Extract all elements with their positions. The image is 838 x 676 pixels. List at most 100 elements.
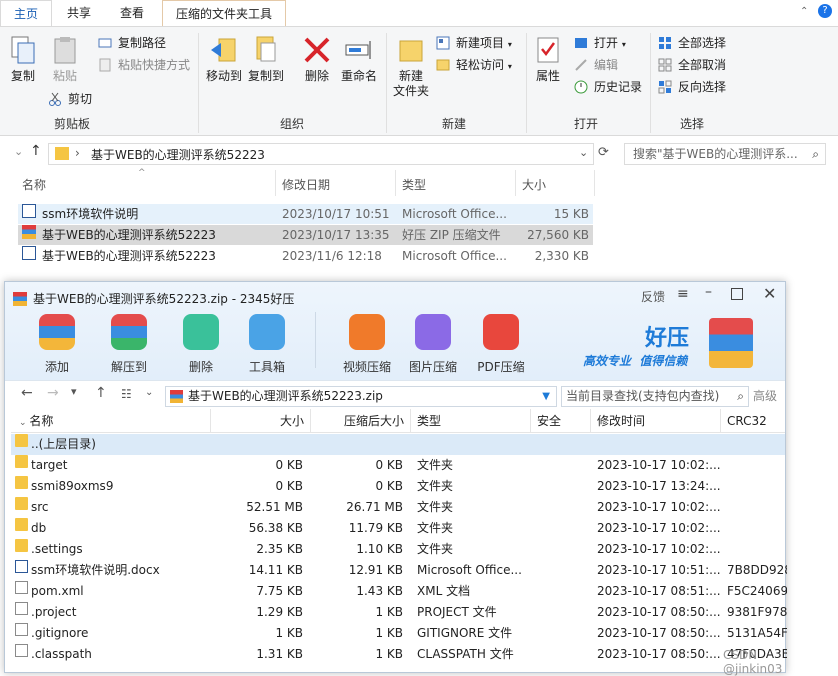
file-row[interactable]: ssm环境软件说明 2023/10/17 10:51 Microsoft Off… [18,204,593,224]
column-divider[interactable] [594,170,595,196]
move-to-button[interactable]: 移动到 [204,35,244,84]
column-divider[interactable] [275,170,276,196]
advanced-search-link[interactable]: 高级 [753,387,777,404]
zip-row[interactable]: .settings 2.35 KB 1.10 KB 文件夹 2023-10-17 10:… [11,539,785,560]
search-input[interactable]: 搜索"基于WEB的心理测评系... ⌕ [624,143,826,165]
view-mode-icon[interactable]: ☷ [121,387,132,401]
history-label: 历史记录 [594,80,643,94]
zcol-type[interactable]: 类型 [411,409,531,433]
video-icon [349,314,385,350]
zcol-size[interactable]: 大小 [211,409,311,433]
col-name[interactable]: 名称 [22,176,46,193]
zcol-security[interactable]: 安全 [531,409,591,433]
parent-dir-row[interactable]: ..(上层目录) [11,434,785,455]
up-arrow-icon[interactable]: ↑ [95,385,107,401]
brand-name: 好压 [645,326,690,351]
history-button[interactable]: 历史记录 [574,77,642,97]
maximize-icon[interactable] [731,288,743,300]
refresh-icon[interactable]: ⟳ [598,145,609,160]
zip-row-crc: 5131A54F [727,626,787,640]
delete-label: 删除 [304,69,329,83]
paste-shortcut-button[interactable]: 粘贴快捷方式 [98,55,190,75]
zcol-compressed-size[interactable]: 压缩后大小 [311,409,411,433]
zip-row[interactable]: .project 1.29 KB 1 KB PROJECT 文件 2023-10-17 … [11,602,787,623]
tab-home[interactable]: 主页 [0,0,52,26]
zcol-name[interactable]: ⌄ 名称 [11,409,211,433]
tab-compressed-folder-tools[interactable]: 压缩的文件夹工具 [162,0,286,26]
zip-row[interactable]: ssm环境软件说明.docx 14.11 KB 12.91 KB Microsoft … [11,560,787,581]
invert-selection-button[interactable]: 反向选择 [658,77,726,97]
copy-button[interactable]: 复制 [6,35,40,84]
add-button[interactable]: 添加 [27,314,87,375]
tab-view[interactable]: 查看 [110,0,154,26]
zip-row[interactable]: .gitignore 1 KB 1 KB GITIGNORE 文件 2023-10-17… [11,623,787,644]
history-dropdown-icon[interactable]: ▾ [71,385,77,398]
zip-search-input[interactable]: 当前目录查找(支持包内查找) ⌕ [561,386,749,407]
help-icon[interactable]: ? [818,4,832,18]
path-dropdown-icon[interactable]: ▼ [542,387,550,406]
column-divider[interactable] [515,170,516,196]
copy-to-button[interactable]: 复制到 [246,35,286,84]
new-folder-button[interactable]: 新建 文件夹 [390,35,432,99]
recycle-icon [183,314,219,350]
zip-row-time: 2023-10-17 10:02:... [597,458,721,472]
zip-row[interactable]: target 0 KB 0 KB 文件夹 2023-10-17 10:02:... [11,455,785,476]
paste-button[interactable]: 粘贴 [48,35,82,84]
zip-row-compressed-size: 12.91 KB [348,563,403,577]
zip-path-text: 基于WEB的心理测评系统52223.zip [188,389,383,403]
zip-row-size: 7.75 KB [256,584,303,598]
word-doc-icon [22,246,36,260]
zcol-crc32[interactable]: CRC32 [721,409,785,433]
zip-row[interactable]: .classpath 1.31 KB 1 KB CLASSPATH 文件 2023-10… [11,644,787,665]
rename-button[interactable]: 重命名 [338,35,380,84]
delete-button[interactable]: 删除 [300,35,334,84]
view-dropdown-icon[interactable]: ⌄ [145,387,153,398]
cut-button[interactable]: 剪切 [48,89,92,109]
menu-icon[interactable]: ≡ [677,286,689,302]
column-divider[interactable] [395,170,396,196]
edit-button[interactable]: 编辑 [574,55,618,75]
image-compress-button[interactable]: 图片压缩 [403,314,463,375]
zcol-modified[interactable]: 修改时间 [591,409,721,433]
zip-row-name: target [31,458,68,472]
toolbox-icon [249,314,285,350]
paste-shortcut-icon [98,58,112,72]
back-arrow-icon[interactable]: ← [21,385,33,401]
feedback-link[interactable]: 反馈 [641,288,665,305]
zip-row-compressed-size: 26.71 MB [346,500,403,514]
extract-to-button[interactable]: 解压到 [99,314,159,375]
up-arrow-icon[interactable]: ↑ [30,143,42,159]
select-all-button[interactable]: 全部选择 [658,33,726,53]
zip-delete-button[interactable]: 删除 [171,314,231,375]
zip-row-time: 2023-10-17 08:50:... [597,605,721,619]
zip-row[interactable]: ssmi89oxms9 0 KB 0 KB 文件夹 2023-10-17 13:24:.… [11,476,785,497]
zip-row[interactable]: pom.xml 7.75 KB 1.43 KB XML 文档 2023-10-17 08… [11,581,787,602]
video-compress-button[interactable]: 视频压缩 [337,314,397,375]
zip-row[interactable]: src 52.51 MB 26.71 MB 文件夹 2023-10-17 10:02:.… [11,497,785,518]
close-icon[interactable]: ✕ [763,284,776,303]
file-row-selected[interactable]: 基于WEB的心理测评系统52223 2023/10/17 13:35 好压 ZI… [18,225,593,245]
chevron-up-icon[interactable]: ⌃ [800,6,808,17]
forward-arrow-icon[interactable]: → [47,385,59,401]
tab-share[interactable]: 共享 [56,0,102,26]
chevron-down-icon[interactable]: ⌄ [14,145,23,158]
folder-icon [15,497,28,510]
zip-row[interactable]: db 56.38 KB 11.79 KB 文件夹 2023-10-17 10:02:..… [11,518,785,539]
select-none-button[interactable]: 全部取消 [658,55,726,75]
open-button[interactable]: 打开 ▾ [574,33,626,53]
col-type[interactable]: 类型 [402,176,426,193]
zip-path-input[interactable]: 基于WEB的心理测评系统52223.zip ▼ [165,386,557,407]
toolbox-button[interactable]: 工具箱 [237,314,297,375]
pdf-compress-button[interactable]: PDF压缩 [471,314,531,375]
col-date[interactable]: 修改日期 [282,176,330,193]
properties-button[interactable]: 属性 [530,35,566,84]
address-input[interactable]: › 基于WEB的心理测评系统52223 ⌄ [48,143,594,165]
new-item-button[interactable]: 新建项目 ▾ [436,33,512,53]
col-size[interactable]: 大小 [522,176,546,193]
copy-path-button[interactable]: 复制路径 [98,33,166,53]
sort-down-icon: ⌄ [19,418,30,428]
minimize-icon[interactable]: – [705,284,712,300]
easy-access-button[interactable]: 轻松访问 ▾ [436,55,512,75]
file-row[interactable]: 基于WEB的心理测评系统52223 2023/11/6 12:18 Micros… [18,246,593,266]
address-dropdown-icon[interactable]: ⌄ [579,146,588,159]
